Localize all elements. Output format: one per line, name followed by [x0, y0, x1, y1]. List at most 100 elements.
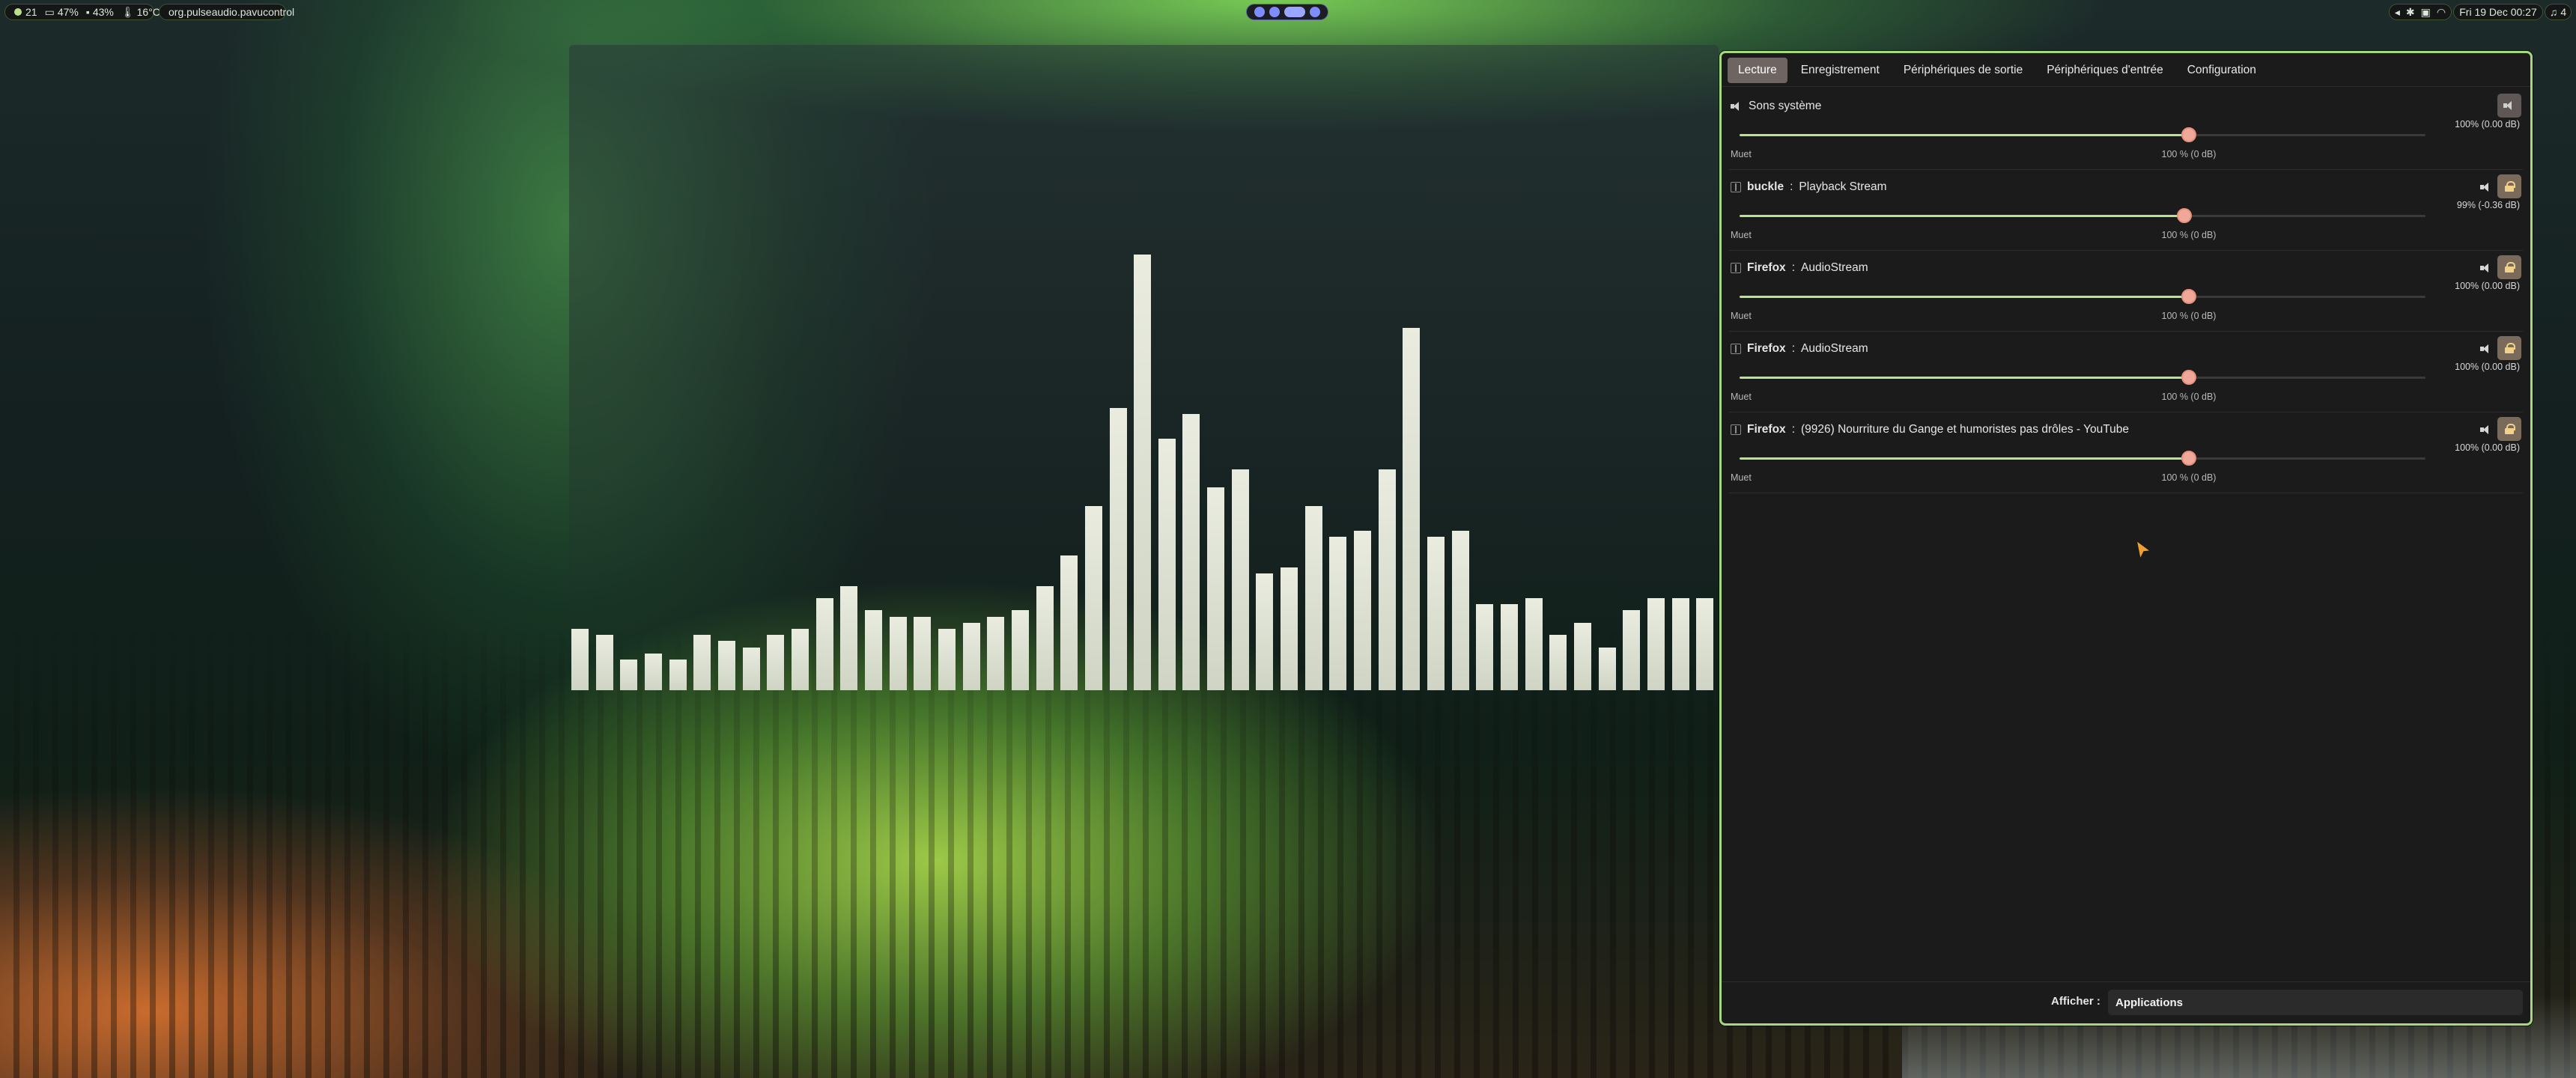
spectrum-bar	[767, 635, 784, 690]
workspace-dot-icon	[14, 8, 22, 16]
volume-slider[interactable]	[1740, 208, 2425, 223]
active-window-class: org.pulseaudio.pavucontrol	[168, 6, 295, 18]
volume-slider[interactable]	[1740, 451, 2425, 466]
stream-title: Sons système	[1731, 100, 1821, 113]
spectrum-bar	[1036, 586, 1054, 690]
mute-toggle[interactable]	[2476, 177, 2496, 197]
tab-bar: Lecture Enregistrement Périphériques de so…	[1728, 58, 2267, 83]
spectrum-bar	[792, 629, 809, 690]
volume-slider[interactable]	[1740, 127, 2425, 142]
spectrum-bar	[914, 617, 931, 690]
stream-name: Playback Stream	[1799, 180, 1887, 193]
workspace-2-button[interactable]	[1269, 7, 1280, 17]
temperature-value: 16°C	[136, 6, 160, 18]
volume-knob[interactable]	[2181, 289, 2196, 304]
volume-slider[interactable]	[1740, 289, 2425, 304]
spectrum-bar	[1476, 604, 1493, 690]
spectrum-bar	[1207, 487, 1224, 690]
cpu-value: 47%	[57, 6, 79, 18]
tab-0[interactable]: Lecture	[1728, 58, 1787, 83]
volume-icon[interactable]: ◂	[2395, 6, 2400, 19]
bell-icon: ♫	[2549, 6, 2558, 18]
spectrum-bar	[938, 629, 956, 690]
volume-knob[interactable]	[2181, 370, 2196, 385]
volume-fill	[1740, 377, 2189, 379]
spectrum-bar	[890, 617, 907, 690]
mute-toggle[interactable]	[2497, 94, 2521, 118]
workspaces-pill	[1246, 4, 1328, 20]
workspace-1-button[interactable]	[1254, 7, 1265, 17]
lock-icon	[2504, 262, 2515, 272]
tab-1[interactable]: Enregistrement	[1790, 58, 1890, 83]
mute-mark-label: Muet	[1731, 472, 1752, 483]
spectrum-bar	[1696, 598, 1713, 690]
volume-knob[interactable]	[2181, 127, 2196, 142]
temperature-indicator: 🌡 16°C	[121, 6, 160, 19]
spectrum-bar	[596, 635, 613, 690]
spectrum-bar	[987, 617, 1004, 690]
spectrum-bar	[1305, 506, 1322, 690]
show-select[interactable]: Applications	[2108, 990, 2523, 1015]
tab-3[interactable]: Périphériques d'entrée	[2036, 58, 2173, 83]
stream-app-name: Firefox	[1747, 261, 1786, 274]
tray-pill: ◂ ✱ ▣ ◠	[2389, 4, 2452, 20]
display-icon[interactable]: ▣	[2421, 6, 2431, 19]
speaker-icon	[1731, 101, 1743, 112]
workspace-indicator[interactable]: 21	[14, 6, 37, 18]
lock-channels-toggle[interactable]	[2497, 174, 2521, 198]
clock-text: Fri 19 Dec 00:27	[2459, 6, 2537, 18]
stream-separator: :	[1790, 180, 1793, 193]
status-pill: 21 ▭ 47% ▪ 43% 🌡 16°C	[4, 4, 160, 20]
speaker-icon	[2480, 344, 2492, 354]
spectrum-bar	[865, 610, 882, 690]
workspace-number: 21	[25, 6, 37, 18]
pavucontrol-window: Lecture Enregistrement Périphériques de so…	[1719, 51, 2533, 1026]
memory-icon: ▪	[85, 6, 90, 18]
volume-fill	[1740, 457, 2189, 460]
reference-mark-label: 100 % (0 dB)	[2161, 392, 2217, 402]
lock-channels-toggle[interactable]	[2497, 255, 2521, 279]
workspace-4-button[interactable]	[1310, 7, 1320, 17]
reference-mark-label: 100 % (0 dB)	[2161, 311, 2217, 321]
audio-visualizer-window	[569, 45, 1719, 690]
app-icon	[1731, 263, 1741, 273]
stream-title: Firefox: AudioStream	[1731, 261, 1868, 275]
stream-row: Firefox: AudioStream 100% (0.00 dB) Muet 100…	[1729, 251, 2523, 332]
spectrum-bar	[1623, 610, 1640, 690]
volume-slider[interactable]	[1740, 370, 2425, 385]
mute-toggle[interactable]	[2476, 420, 2496, 439]
stream-name: AudioStream	[1801, 342, 1868, 355]
stream-separator: :	[1791, 261, 1795, 274]
stream-title: Firefox: (9926) Nourriture du Gange et hu…	[1731, 423, 2129, 436]
clock-pill[interactable]: Fri 19 Dec 00:27	[2453, 4, 2543, 20]
spectrum-bar	[1085, 506, 1102, 690]
spectrum-bar	[1379, 469, 1396, 690]
spectrum-bar	[718, 641, 735, 690]
volume-knob[interactable]	[2181, 451, 2196, 466]
tab-2[interactable]: Périphériques de sortie	[1893, 58, 2033, 83]
mute-toggle[interactable]	[2476, 339, 2496, 359]
bluetooth-icon[interactable]: ✱	[2406, 6, 2415, 19]
lock-icon	[2504, 424, 2515, 434]
stream-app-name: Firefox	[1747, 342, 1786, 355]
stream-name: AudioStream	[1801, 261, 1868, 274]
mute-toggle[interactable]	[2476, 258, 2496, 278]
wifi-icon[interactable]: ◠	[2437, 6, 2446, 19]
tab-divider	[1722, 86, 2530, 87]
stream-row: Firefox: (9926) Nourriture du Gange et hu…	[1729, 412, 2523, 493]
spectrum-bar	[1060, 555, 1078, 690]
speaker-icon	[2480, 182, 2492, 192]
volume-value: 100% (0.00 dB)	[2455, 442, 2520, 453]
volume-fill	[1740, 134, 2189, 136]
spectrum-bar	[1452, 531, 1469, 690]
lock-channels-toggle[interactable]	[2497, 336, 2521, 360]
spectrum-bar	[620, 660, 637, 690]
volume-knob[interactable]	[2177, 208, 2192, 223]
tab-4[interactable]: Configuration	[2177, 58, 2267, 83]
reference-mark-label: 100 % (0 dB)	[2161, 230, 2217, 240]
volume-value: 99% (-0.36 dB)	[2456, 200, 2520, 210]
lock-channels-toggle[interactable]	[2497, 417, 2521, 441]
mute-mark-label: Muet	[1731, 230, 1752, 240]
workspace-3-button[interactable]	[1284, 7, 1305, 17]
notifications-pill[interactable]: ♫ 4	[2545, 4, 2572, 20]
